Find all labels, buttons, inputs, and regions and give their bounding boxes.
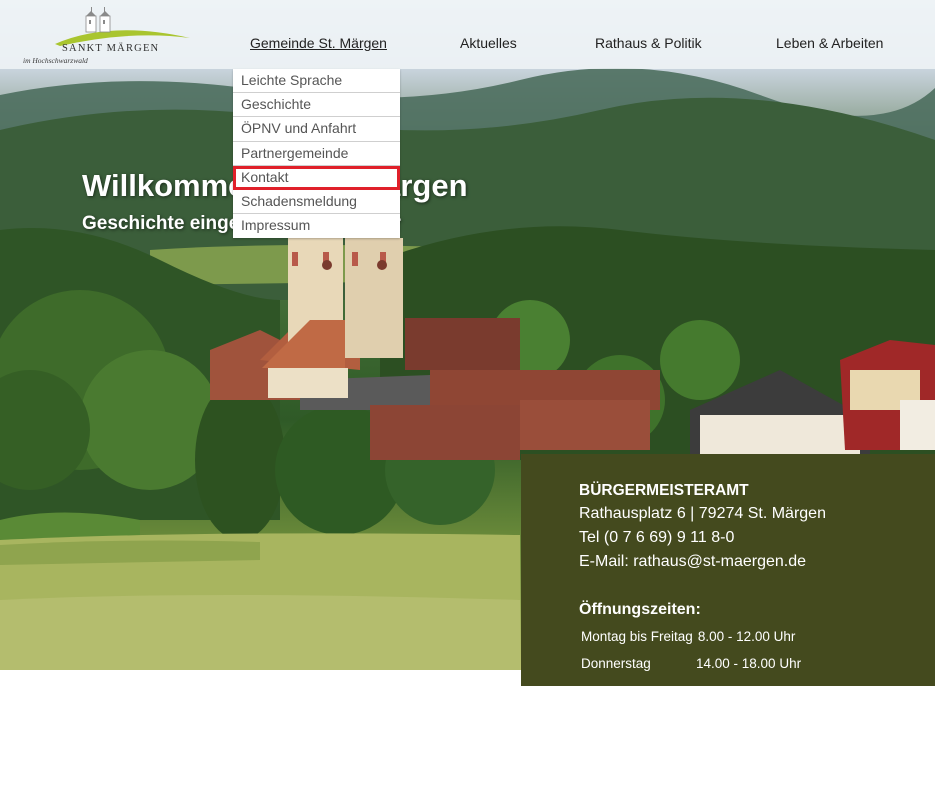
buergermeisteramt-info-box: BÜRGERMEISTERAMT Rathausplatz 6 | 79274 … — [521, 454, 935, 686]
menu-item-kontakt[interactable]: Kontakt — [233, 165, 400, 190]
menu-item-impressum[interactable]: Impressum — [233, 214, 400, 238]
opening-hours-row: Donnerstag 14.00 - 18.00 Uhr — [581, 656, 801, 671]
menu-item-oepnv-anfahrt[interactable]: ÖPNV und Anfahrt — [233, 117, 400, 142]
nav-leben-arbeiten[interactable]: Leben & Arbeiten — [776, 35, 883, 51]
site-logo[interactable]: SANKT MÄRGEN im Hochschwarzwald — [20, 6, 195, 66]
info-email[interactable]: E-Mail: rathaus@st-maergen.de — [579, 553, 806, 571]
opening-hours-title: Öffnungszeiten: — [579, 601, 701, 618]
logo-name: SANKT MÄRGEN — [62, 43, 160, 54]
logo-subtitle: im Hochschwarzwald — [23, 56, 88, 65]
nav-aktuelles[interactable]: Aktuelles — [460, 35, 517, 51]
nav-rathaus-politik[interactable]: Rathaus & Politik — [595, 35, 702, 51]
opening-hours-row: Montag bis Freitag 8.00 - 12.00 Uhr — [581, 629, 795, 644]
nav-gemeinde[interactable]: Gemeinde St. Märgen — [250, 35, 387, 51]
menu-item-geschichte[interactable]: Geschichte — [233, 93, 400, 118]
hours-time: 8.00 - 12.00 Uhr — [697, 629, 796, 644]
menu-item-leichte-sprache[interactable]: Leichte Sprache — [233, 69, 400, 94]
hours-days: Montag bis Freitag — [581, 629, 693, 644]
info-title: BÜRGERMEISTERAMT — [579, 482, 749, 499]
menu-item-schadensmeldung[interactable]: Schadensmeldung — [233, 190, 400, 215]
gemeinde-dropdown-menu: Leichte Sprache Geschichte ÖPNV und Anfa… — [233, 69, 400, 239]
site-header: SANKT MÄRGEN im Hochschwarzwald Gemeinde… — [0, 0, 935, 69]
info-address: Rathausplatz 6 | 79274 St. Märgen — [579, 505, 826, 522]
menu-item-partnergemeinde[interactable]: Partnergemeinde — [233, 142, 400, 166]
hours-time: 14.00 - 18.00 Uhr — [696, 656, 802, 671]
hours-days: Donnerstag — [581, 656, 651, 671]
info-phone[interactable]: Tel (0 7 6 69) 9 11 8-0 — [579, 529, 734, 547]
